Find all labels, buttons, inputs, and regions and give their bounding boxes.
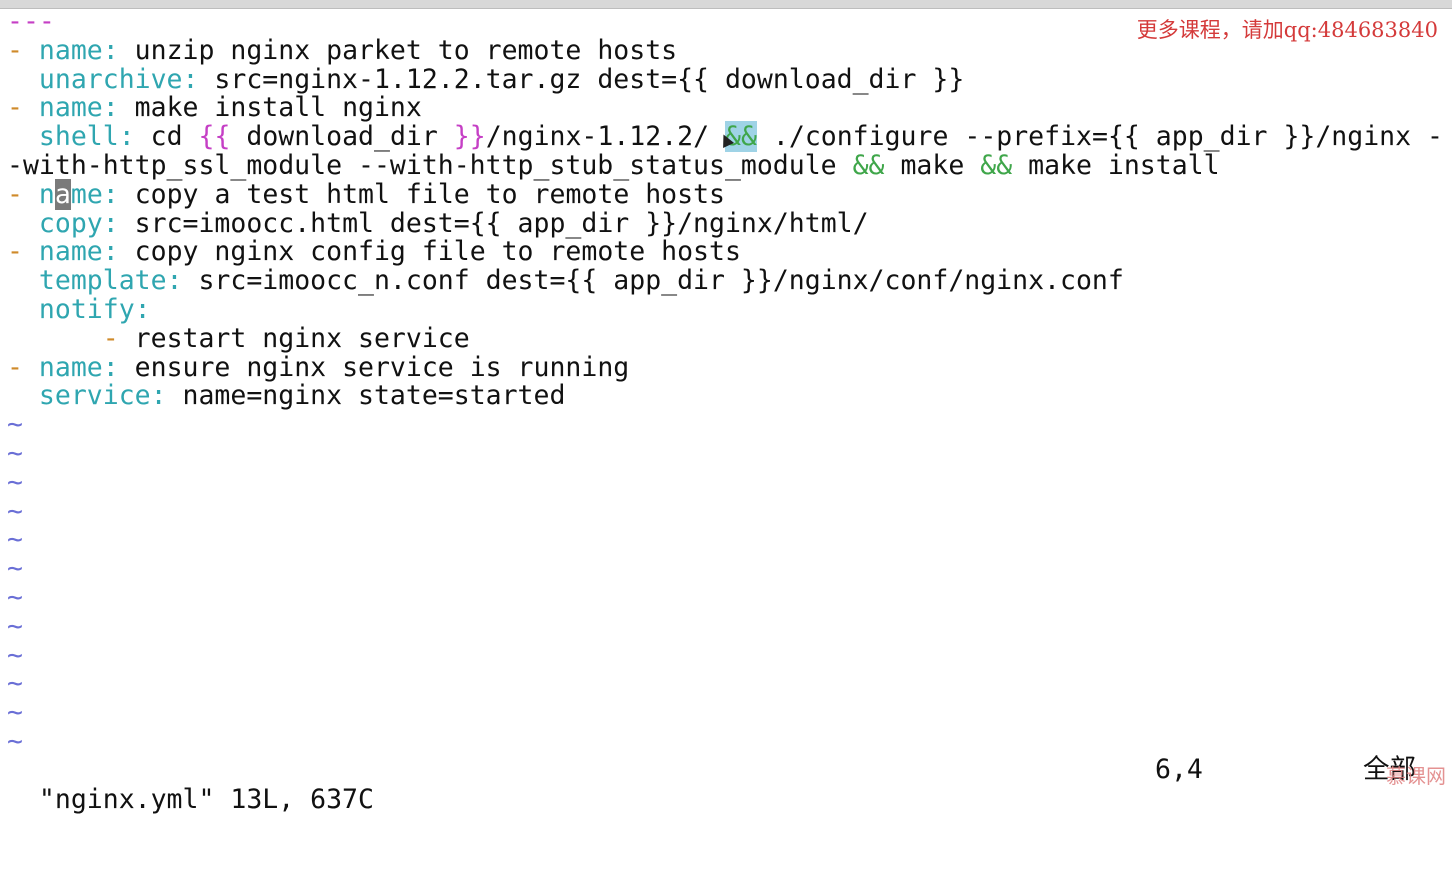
code-token: -with-http_ssl_module --with-http_stub_s…	[7, 150, 853, 181]
code-line: template: src=imoocc_n.conf dest={{ app_…	[7, 267, 1447, 296]
code-token: ./configure --prefix={{ app_dir }}/nginx…	[757, 121, 1443, 152]
code-token: ~	[7, 409, 23, 440]
code-line: - name: copy a test html file to remote …	[7, 181, 1447, 210]
file-info: "nginx.yml" 13L, 637C	[39, 784, 374, 815]
code-token: ~	[7, 611, 23, 642]
empty-line-tilde: ~	[7, 498, 1447, 527]
code-token	[7, 294, 39, 325]
code-token: a	[55, 179, 71, 210]
code-token: -	[103, 323, 135, 354]
code-token: {{	[198, 121, 230, 152]
code-token: ~	[7, 467, 23, 498]
code-token: ensure nginx service is running	[119, 352, 630, 383]
empty-line-tilde: ~	[7, 728, 1447, 757]
code-line: - restart nginx service	[7, 325, 1447, 354]
code-token: src=nginx-1.12.2.tar.gz dest={{ download…	[198, 64, 964, 95]
code-token: ~	[7, 438, 23, 469]
code-token: unzip nginx parket to remote hosts	[119, 35, 677, 66]
code-token: &&	[853, 150, 885, 181]
code-token: name=nginx state=started	[167, 380, 566, 411]
code-token: ~	[7, 668, 23, 699]
empty-line-tilde: ~	[7, 411, 1447, 440]
code-token: src=imoocc.html dest={{ app_dir }}/nginx…	[119, 208, 869, 239]
empty-line-tilde: ~	[7, 526, 1447, 555]
code-line: - name: copy nginx config file to remote…	[7, 238, 1447, 267]
watermark-text: 更多课程，请加qq:484683840	[1137, 14, 1438, 44]
code-token	[7, 265, 39, 296]
code-token: name:	[39, 352, 119, 383]
empty-line-tilde: ~	[7, 469, 1447, 498]
code-token: -	[7, 236, 39, 267]
code-token: cd	[135, 121, 199, 152]
code-token: -	[7, 352, 39, 383]
code-token: -	[7, 92, 39, 123]
code-token: }}	[454, 121, 486, 152]
empty-line-tilde: ~	[7, 699, 1447, 728]
empty-line-tilde: ~	[7, 613, 1447, 642]
code-token: n	[39, 179, 55, 210]
code-token: make install nginx	[119, 92, 422, 123]
code-token: name:	[39, 92, 119, 123]
code-token: -	[7, 35, 39, 66]
code-token: src=imoocc_n.conf dest={{ app_dir }}/ngi…	[183, 265, 1124, 296]
code-token	[7, 380, 39, 411]
empty-line-tilde: ~	[7, 670, 1447, 699]
code-line: - name: ensure nginx service is running	[7, 354, 1447, 383]
empty-line-tilde: ~	[7, 440, 1447, 469]
code-token: -	[7, 179, 39, 210]
empty-line-tilde: ~	[7, 584, 1447, 613]
code-token: name:	[39, 236, 119, 267]
code-token: unarchive:	[39, 64, 199, 95]
code-line: - name: make install nginx	[7, 94, 1447, 123]
code-token: ~	[7, 582, 23, 613]
code-line: unarchive: src=nginx-1.12.2.tar.gz dest=…	[7, 66, 1447, 95]
code-token: ~	[7, 524, 23, 555]
code-token: ~	[7, 640, 23, 671]
code-token: copy a test html file to remote hosts	[119, 179, 725, 210]
code-token: service:	[39, 380, 167, 411]
code-token: ~	[7, 553, 23, 584]
code-token: me:	[71, 179, 119, 210]
code-line: notify:	[7, 296, 1447, 325]
code-token: ---	[7, 6, 55, 37]
code-token: shell:	[39, 121, 135, 152]
code-token: ~	[7, 697, 23, 728]
code-token	[7, 121, 39, 152]
code-token: template:	[39, 265, 183, 296]
code-token: /nginx-1.12.2/	[486, 121, 725, 152]
code-line: copy: src=imoocc.html dest={{ app_dir }}…	[7, 210, 1447, 239]
code-token: make	[885, 150, 981, 181]
code-token: ~	[7, 496, 23, 527]
code-token: restart nginx service	[135, 323, 470, 354]
code-line: service: name=nginx state=started	[7, 382, 1447, 411]
code-token	[7, 323, 103, 354]
empty-line-tilde: ~	[7, 642, 1447, 671]
code-line: -with-http_ssl_module --with-http_stub_s…	[7, 152, 1447, 181]
vim-editor-buffer[interactable]: ---- name: unzip nginx parket to remote …	[7, 8, 1447, 757]
code-token	[7, 64, 39, 95]
code-token: copy nginx config file to remote hosts	[119, 236, 741, 267]
code-token: notify:	[39, 294, 151, 325]
vim-status-line: "nginx.yml" 13L, 637C 6,4 全部	[7, 755, 1447, 785]
empty-line-tilde: ~	[7, 555, 1447, 584]
code-token	[7, 208, 39, 239]
code-token: copy:	[39, 208, 119, 239]
code-token: download_dir	[230, 121, 453, 152]
site-logo: 慕课网	[1386, 760, 1446, 789]
cursor-position: 6,4	[1155, 755, 1203, 785]
code-token: name:	[39, 35, 119, 66]
code-token: make install	[1012, 150, 1219, 181]
code-token: &&	[980, 150, 1012, 181]
code-token: ~	[7, 726, 23, 757]
